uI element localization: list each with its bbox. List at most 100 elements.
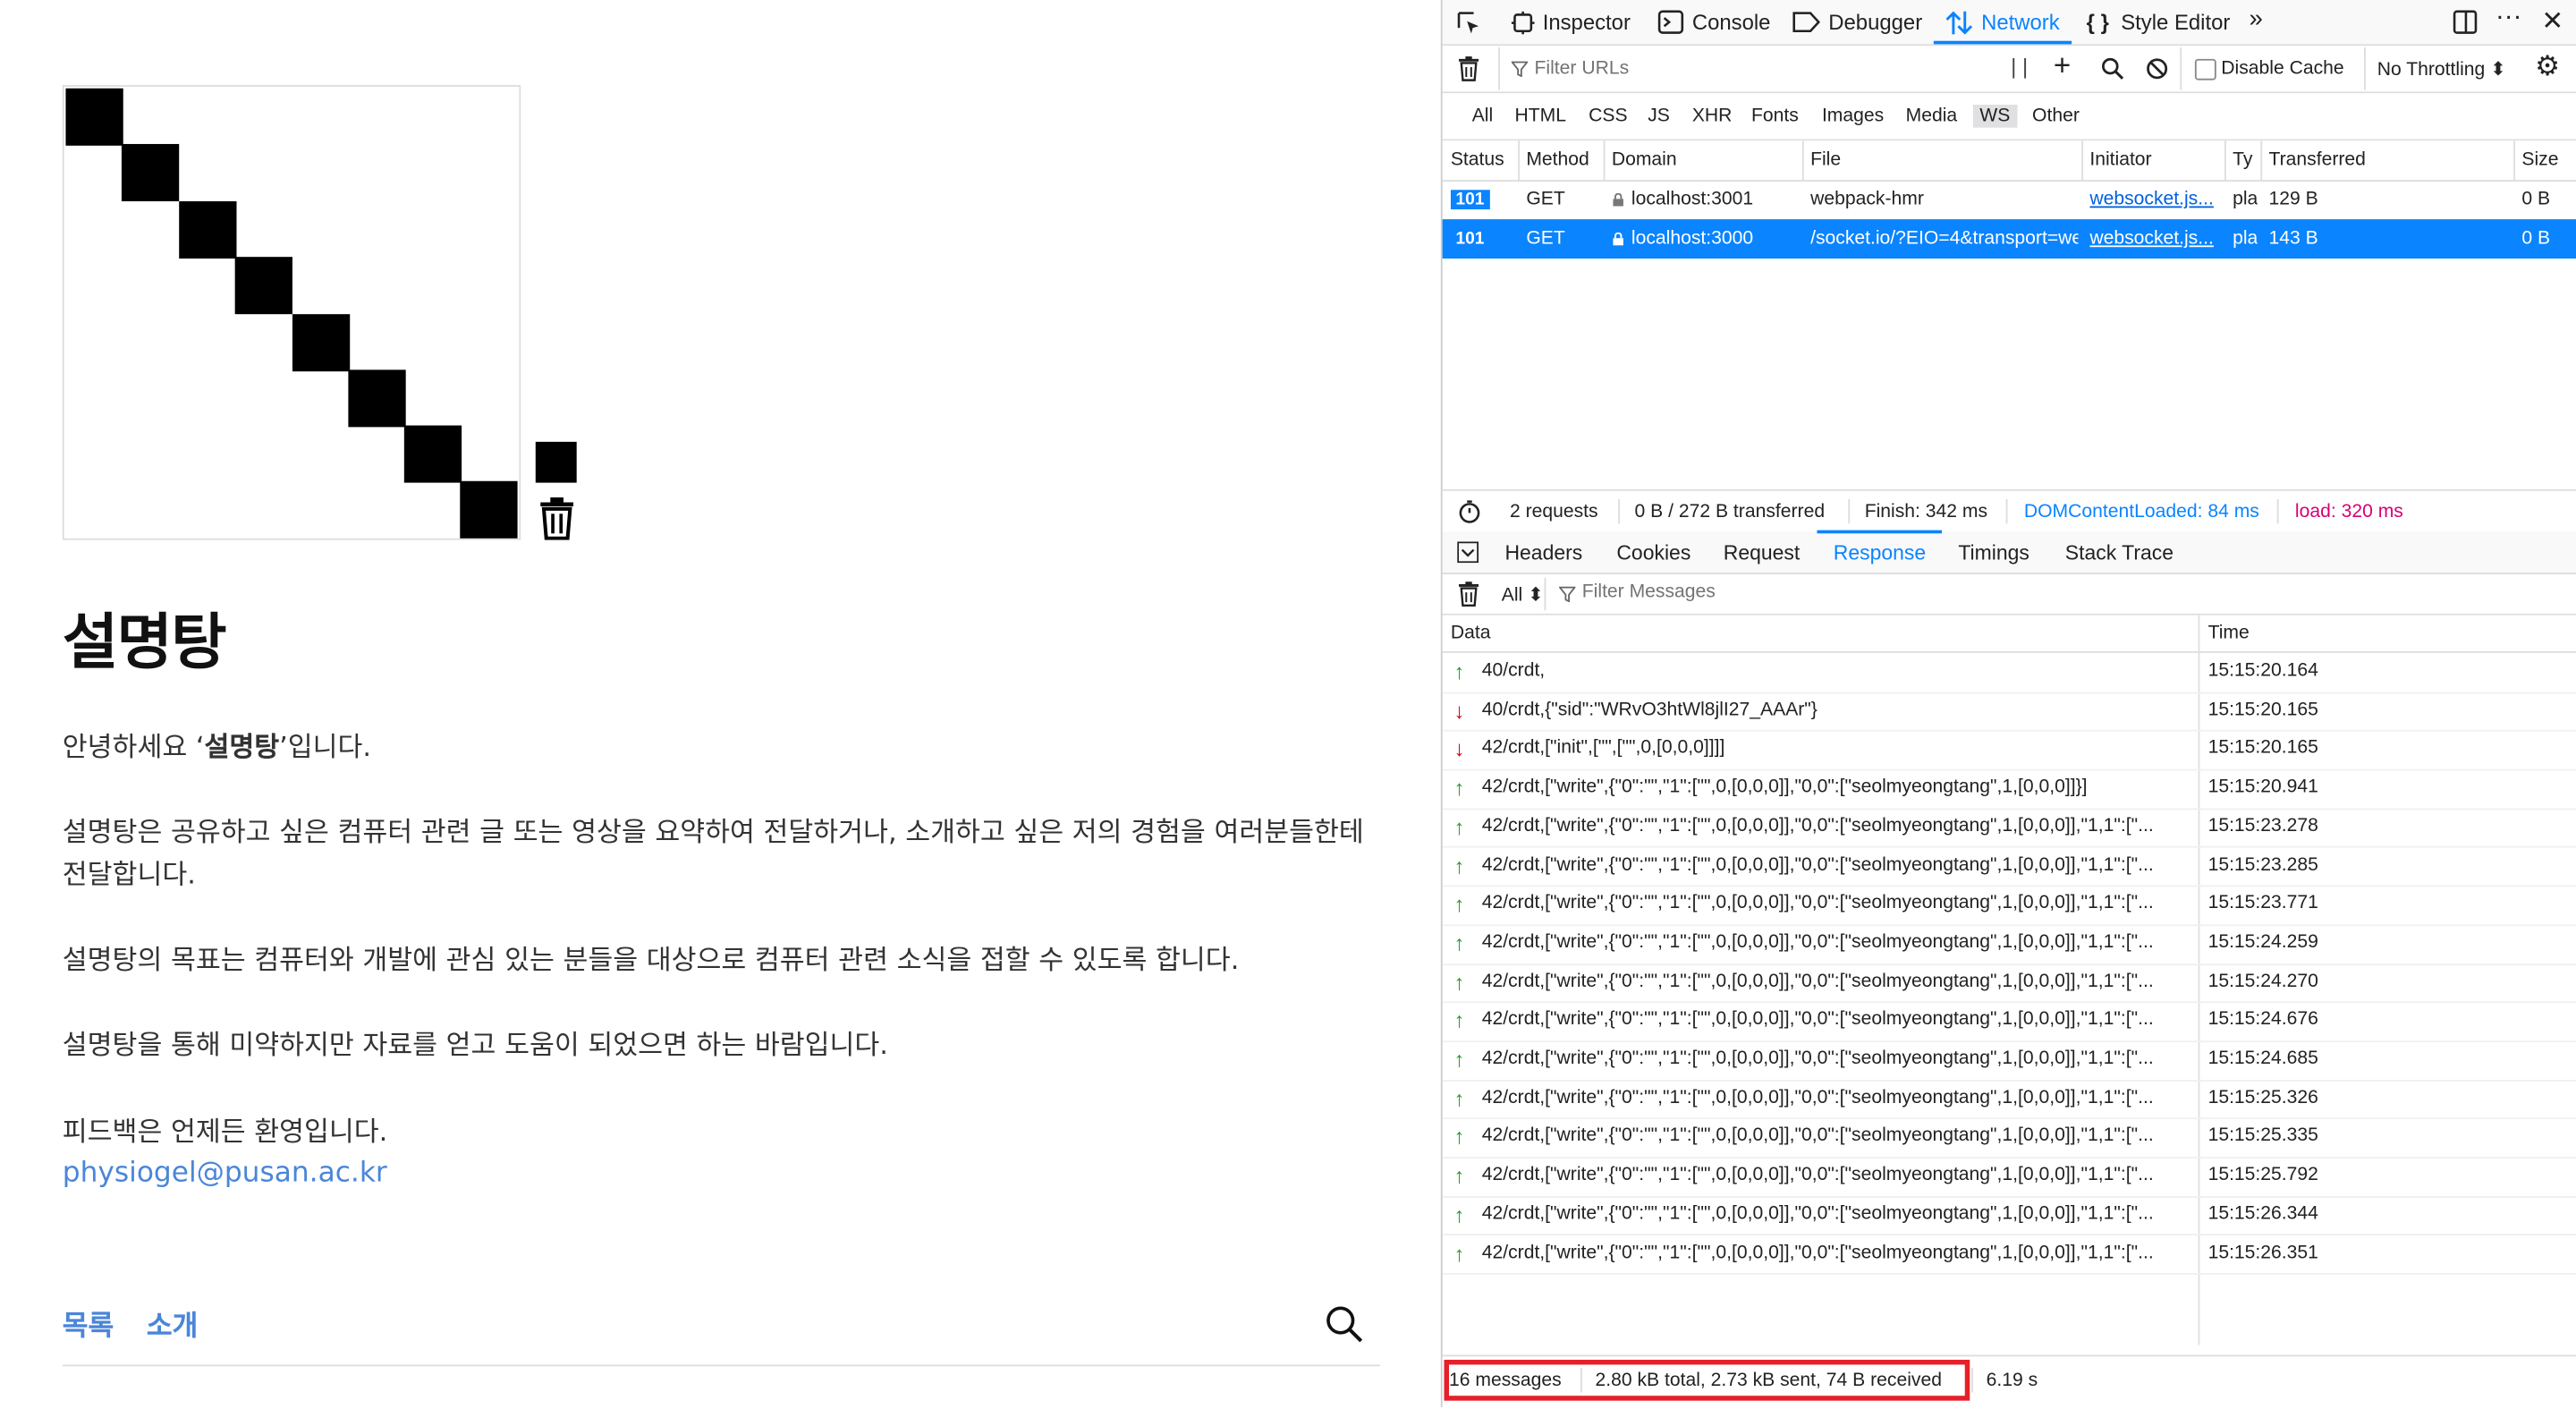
- intro-bold: 설명탕: [204, 731, 280, 763]
- more-options-icon[interactable]: ···: [2496, 4, 2521, 33]
- message-row[interactable]: ↑ 42/crdt,["write",{"0":"","1":["",0,[0,0…: [1442, 1002, 2576, 1043]
- request-initiator-link[interactable]: websocket.js...: [2089, 229, 2221, 249]
- col-type[interactable]: Ty: [2233, 150, 2252, 170]
- more-tools-chevron-icon[interactable]: »: [2249, 4, 2262, 32]
- type-filter-css[interactable]: CSS: [1589, 106, 1627, 126]
- disable-cache-checkbox[interactable]: [2194, 58, 2216, 81]
- col-data[interactable]: Data: [1451, 624, 1491, 643]
- email-link[interactable]: physiogel@pusan.ac.kr: [63, 1157, 387, 1190]
- sent-arrow-icon: ↑: [1453, 1163, 1465, 1189]
- separator: [2005, 498, 2008, 524]
- message-time: 15:15:20.165: [2207, 738, 2318, 759]
- filter-icon: [1559, 586, 1576, 603]
- message-data: 42/crdt,["write",{"0":"","1":["",0,[0,0,…: [1481, 854, 2154, 875]
- canvas-cell: [292, 314, 351, 372]
- status-badge: 101: [1451, 229, 1489, 249]
- close-icon[interactable]: ✕: [2541, 4, 2563, 38]
- footer-duration: 6.19 s: [1986, 1371, 2038, 1391]
- color-swatch-button[interactable]: [535, 441, 577, 483]
- filter-urls-input[interactable]: Filter URLs: [1535, 59, 1995, 79]
- type-filter-js[interactable]: JS: [1648, 106, 1670, 126]
- col-size[interactable]: Size: [2521, 150, 2558, 170]
- col-method[interactable]: Method: [1526, 150, 1589, 170]
- message-data: 42/crdt,["write",{"0":"","1":["",0,[0,0,…: [1481, 932, 2154, 953]
- tab-debugger[interactable]: Debugger: [1828, 10, 1922, 34]
- tab-style-editor[interactable]: Style Editor: [2121, 10, 2230, 34]
- clear-messages-trash-icon[interactable]: [1457, 581, 1480, 607]
- trash-icon[interactable]: [538, 497, 574, 540]
- request-initiator-link[interactable]: websocket.js...: [2089, 190, 2221, 209]
- throttling-select[interactable]: No Throttling ⬍: [2377, 57, 2506, 81]
- type-filter-media[interactable]: Media: [1906, 106, 1958, 126]
- message-row[interactable]: ↑ 42/crdt,["write",{"0":"","1":["",0,[0,0…: [1442, 1080, 2576, 1120]
- tab-console[interactable]: Console: [1692, 10, 1771, 34]
- message-type-select[interactable]: All ⬍: [1502, 582, 1544, 606]
- message-row[interactable]: ↑ 42/crdt,["write",{"0":"","1":["",0,[0,0…: [1442, 1235, 2576, 1276]
- element-picker-icon[interactable]: [1455, 10, 1481, 36]
- table-row[interactable]: 101 GET localhost:3001 webpack-hmr webso…: [1443, 180, 2576, 219]
- tab-cookies[interactable]: Cookies: [1616, 541, 1690, 564]
- toggle-panel-icon[interactable]: [1457, 541, 1479, 564]
- tab-response[interactable]: Response: [1834, 541, 1926, 564]
- nav-list-link[interactable]: 목록: [63, 1311, 114, 1344]
- filter-icon: [1511, 61, 1529, 77]
- type-filter-html[interactable]: HTML: [1514, 106, 1566, 126]
- filter-messages-input[interactable]: Filter Messages: [1582, 582, 1716, 602]
- search-icon[interactable]: [1324, 1304, 1363, 1344]
- message-data: 42/crdt,["write",{"0":"","1":["",0,[0,0,…: [1481, 894, 2154, 913]
- type-filter-fonts[interactable]: Fonts: [1751, 106, 1799, 126]
- tab-headers[interactable]: Headers: [1504, 541, 1582, 564]
- dock-icon[interactable]: [2453, 10, 2478, 34]
- clear-trash-icon[interactable]: [1457, 55, 1480, 81]
- pause-icon[interactable]: | |: [2011, 54, 2028, 78]
- request-file: /socket.io/?EIO=4&transport=we: [1810, 229, 2079, 250]
- message-row[interactable]: ↑ 42/crdt,["write",{"0":"","1":["",0,[0,0…: [1442, 924, 2576, 965]
- type-filter-all[interactable]: All: [1472, 106, 1493, 126]
- message-row[interactable]: ↑ 42/crdt,["write",{"0":"","1":["",0,[0,0…: [1442, 1196, 2576, 1236]
- message-row[interactable]: ↑ 42/crdt,["write",{"0":"","1":["",0,[0,0…: [1442, 1040, 2576, 1082]
- paragraph-2: 설명탕의 목표는 컴퓨터와 개발에 관심 있는 분들을 대상으로 컴퓨터 관련 …: [62, 944, 1240, 976]
- message-row[interactable]: ↑ 42/crdt,["write",{"0":"","1":["",0,[0,0…: [1442, 1118, 2576, 1159]
- message-data: 42/crdt,["write",{"0":"","1":["",0,[0,0,…: [1481, 816, 2154, 836]
- nav-about-link[interactable]: 소개: [147, 1311, 198, 1344]
- disable-cache-label: Disable Cache: [2221, 58, 2344, 79]
- settings-gear-icon[interactable]: ⚙: [2535, 51, 2560, 84]
- message-time: 15:15:24.259: [2207, 932, 2318, 953]
- search-icon[interactable]: [2101, 57, 2124, 81]
- message-row[interactable]: ↑ 42/crdt,["write",{"0":"","1":["",0,[0,0…: [1442, 769, 2576, 810]
- block-icon[interactable]: [2146, 57, 2169, 81]
- message-row[interactable]: ↑ 42/crdt,["write",{"0":"","1":["",0,[0,0…: [1442, 847, 2576, 887]
- tab-request[interactable]: Request: [1724, 541, 1801, 564]
- request-domain: localhost:3001: [1612, 190, 1753, 209]
- add-icon[interactable]: +: [2054, 49, 2071, 83]
- table-row-selected[interactable]: 101 GET localhost:3000 /socket.io/?EIO=4…: [1442, 219, 2576, 259]
- col-domain[interactable]: Domain: [1612, 150, 1677, 170]
- message-row[interactable]: ↓ 40/crdt,{"sid":"WRvO3htWl8jlI27_AAAr"} 1…: [1442, 692, 2576, 733]
- message-row[interactable]: ↑ 42/crdt,["write",{"0":"","1":["",0,[0,0…: [1442, 1157, 2576, 1198]
- col-time[interactable]: Time: [2208, 624, 2250, 643]
- network-icon: [1945, 11, 1973, 35]
- type-filter-other[interactable]: Other: [2032, 106, 2080, 126]
- message-row[interactable]: ↓ 42/crdt,["init",["",["",0,[0,0,0]]]] 15:…: [1442, 730, 2576, 771]
- tab-timings[interactable]: Timings: [1958, 541, 2029, 564]
- message-row[interactable]: ↑ 40/crdt, 15:15:20.164: [1442, 653, 2576, 693]
- stopwatch-icon[interactable]: [1457, 499, 1482, 523]
- footer-nav: 목록 소개: [63, 1303, 221, 1344]
- sent-arrow-icon: ↑: [1453, 814, 1465, 839]
- tab-inspector[interactable]: Inspector: [1543, 10, 1631, 34]
- message-row[interactable]: ↑ 42/crdt,["write",{"0":"","1":["",0,[0,0…: [1442, 886, 2576, 927]
- message-row[interactable]: ↑ 42/crdt,["write",{"0":"","1":["",0,[0,0…: [1442, 808, 2576, 849]
- col-transferred[interactable]: Transferred: [2269, 150, 2366, 170]
- col-file[interactable]: File: [1810, 150, 1841, 170]
- type-filter-images[interactable]: Images: [1822, 106, 1884, 126]
- type-filter-xhr[interactable]: XHR: [1692, 106, 1733, 126]
- drawing-canvas[interactable]: [62, 85, 521, 540]
- col-initiator[interactable]: Initiator: [2089, 150, 2151, 170]
- tab-stack-trace[interactable]: Stack Trace: [2065, 541, 2174, 564]
- page-title: 설명탕: [62, 607, 227, 678]
- message-row[interactable]: ↑ 42/crdt,["write",{"0":"","1":["",0,[0,0…: [1442, 963, 2576, 1004]
- col-status[interactable]: Status: [1451, 150, 1504, 170]
- type-filter-ws[interactable]: WS: [1972, 105, 2017, 128]
- tab-network[interactable]: Network: [1981, 10, 2060, 34]
- devtools-toolbar: Inspector Console Debugger Network { } S…: [1442, 0, 2576, 47]
